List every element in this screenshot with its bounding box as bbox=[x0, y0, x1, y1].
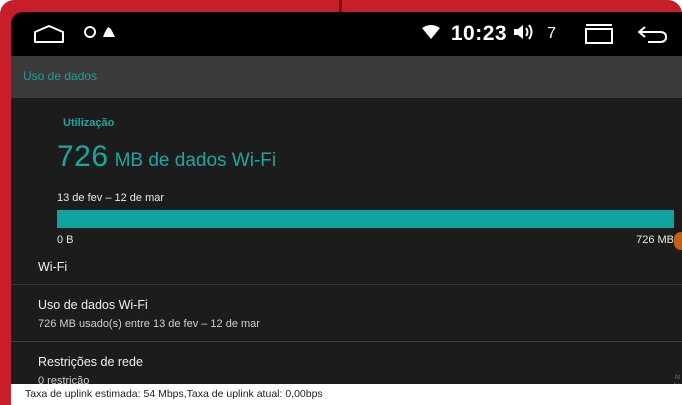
page-title: Uso de dados bbox=[23, 69, 98, 83]
loading-indicator-icon bbox=[83, 25, 97, 44]
wifi-icon bbox=[421, 24, 441, 45]
list-item-title: Restrições de rede bbox=[38, 355, 143, 369]
recents-icon[interactable] bbox=[582, 23, 616, 45]
footer-bar: Taxa de uplink estimada: 54 Mbps,Taxa de… bbox=[11, 384, 682, 405]
device-frame: 10:23 7 Uso de dados Utilização 726 MB d… bbox=[0, 0, 682, 405]
usage-progress-fill bbox=[57, 210, 674, 228]
usage-amount-unit: MB de dados Wi-Fi bbox=[114, 150, 277, 171]
status-bar-right: 10:23 7 bbox=[421, 12, 682, 56]
volume-icon[interactable] bbox=[513, 23, 537, 46]
usage-progress-bar bbox=[57, 210, 674, 228]
cloud-icon bbox=[101, 25, 117, 43]
status-bar: 10:23 7 bbox=[11, 12, 682, 56]
usage-axis-max: 726 MB bbox=[636, 234, 674, 246]
home-icon[interactable] bbox=[33, 24, 65, 44]
clock: 10:23 bbox=[450, 22, 508, 45]
volume-level: 7 bbox=[547, 25, 556, 42]
usage-axis-min: 0 B bbox=[57, 234, 74, 246]
data-usage-content: Utilização 726 MB de dados Wi-Fi 13 de fe… bbox=[11, 98, 682, 405]
watermark-line: At bbox=[674, 375, 680, 381]
uplink-rate-text: Taxa de uplink estimada: 54 Mbps,Taxa de… bbox=[25, 388, 323, 400]
list-item-title: Uso de dados Wi-Fi bbox=[38, 298, 148, 312]
back-icon[interactable] bbox=[636, 24, 668, 44]
usage-amount-value: 726 bbox=[57, 140, 109, 173]
screen: 10:23 7 Uso de dados Utilização 726 MB d… bbox=[11, 12, 682, 405]
scroll-handle[interactable] bbox=[674, 232, 682, 250]
list-item-wifi-data-usage[interactable]: Uso de dados Wi-Fi 726 MB usado(s) entre… bbox=[11, 285, 682, 341]
usage-heading: Utilização bbox=[63, 117, 115, 129]
app-bar: Uso de dados bbox=[11, 56, 682, 98]
status-mini-icons bbox=[83, 25, 117, 44]
section-header-wifi: Wi-Fi bbox=[38, 260, 68, 274]
usage-summary: 726 MB de dados Wi-Fi bbox=[57, 140, 276, 174]
usage-date-range: 13 de fev – 12 de mar bbox=[57, 192, 165, 204]
frame-notch bbox=[339, 0, 342, 12]
status-bar-left bbox=[33, 12, 117, 56]
list-item-subtitle: 726 MB usado(s) entre 13 de fev – 12 de … bbox=[38, 318, 260, 330]
